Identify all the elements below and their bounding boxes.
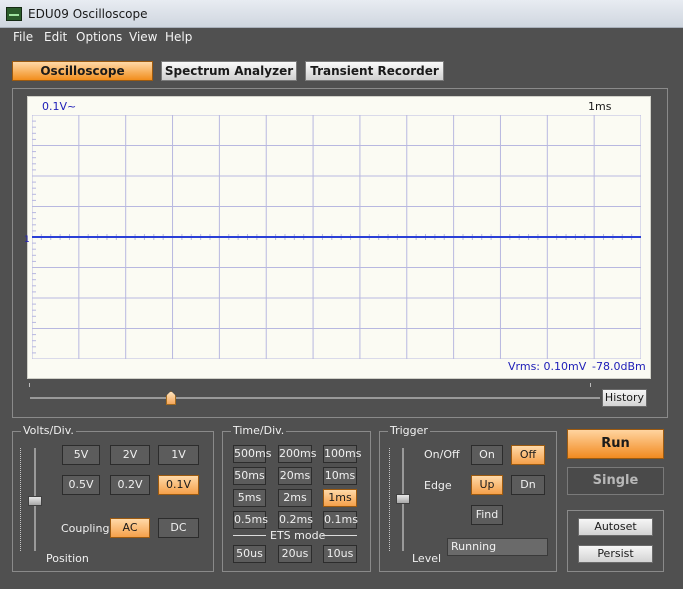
position-slider-thumb[interactable] xyxy=(28,496,42,506)
time-div-readout: 1ms xyxy=(588,100,612,113)
tab-oscilloscope[interactable]: Oscilloscope xyxy=(12,61,153,81)
coupling-ac-button[interactable]: AC xyxy=(110,518,150,538)
trigger-on-button[interactable]: On xyxy=(471,445,503,465)
scope-panel: 0.1V~ 1ms 1 Vrms: 0.10mV -78.0dBm xyxy=(12,88,668,418)
slider-tick-left xyxy=(29,383,30,387)
title-bar: EDU09 Oscilloscope xyxy=(0,0,683,28)
ets-20us-button[interactable]: 20us xyxy=(278,545,312,563)
position-scale xyxy=(20,448,21,551)
time-0.2ms-button[interactable]: 0.2ms xyxy=(278,511,313,529)
time-1ms-button[interactable]: 1ms xyxy=(323,489,357,507)
time-div-title: Time/Div. xyxy=(231,424,287,437)
volts-0.2v-button[interactable]: 0.2V xyxy=(110,475,150,495)
menu-bar: File Edit Options View Help xyxy=(0,28,683,48)
menu-file[interactable]: File xyxy=(13,30,33,44)
coupling-dc-button[interactable]: DC xyxy=(158,518,199,538)
trigger-level-label: Level xyxy=(412,552,442,565)
trigger-title: Trigger xyxy=(388,424,430,437)
ets-10us-button[interactable]: 10us xyxy=(323,545,357,563)
time-20ms-button[interactable]: 20ms xyxy=(278,467,312,485)
single-button[interactable]: Single xyxy=(567,467,664,495)
time-500ms-button[interactable]: 500ms xyxy=(233,445,271,463)
volts-0.1v-button[interactable]: 0.1V xyxy=(158,475,199,495)
oscilloscope-app-icon xyxy=(6,7,22,21)
time-10ms-button[interactable]: 10ms xyxy=(323,467,357,485)
time-50ms-button[interactable]: 50ms xyxy=(233,467,266,485)
scope-screen: 0.1V~ 1ms 1 Vrms: 0.10mV -78.0dBm xyxy=(24,96,651,379)
trigger-edge-dn-button[interactable]: Dn xyxy=(511,475,545,495)
volts-div-title: Volts/Div. xyxy=(21,424,76,437)
ets-mode-label: ETS mode xyxy=(270,529,326,542)
position-label: Position xyxy=(46,552,89,565)
time-200ms-button[interactable]: 200ms xyxy=(278,445,316,463)
channel-marker: 1 xyxy=(24,235,30,245)
trigger-edge-up-button[interactable]: Up xyxy=(471,475,503,495)
scope-grid xyxy=(32,115,641,359)
ets-50us-button[interactable]: 50us xyxy=(233,545,266,563)
ets-separator-right xyxy=(322,535,357,536)
menu-help[interactable]: Help xyxy=(165,30,192,44)
time-0.5ms-button[interactable]: 0.5ms xyxy=(233,511,268,529)
volts-1v-button[interactable]: 1V xyxy=(158,445,199,465)
time-5ms-button[interactable]: 5ms xyxy=(233,489,266,507)
run-button[interactable]: Run xyxy=(567,429,664,459)
trigger-onoff-label: On/Off xyxy=(424,448,460,461)
trigger-edge-label: Edge xyxy=(424,479,452,492)
coupling-label: Coupling xyxy=(61,522,110,535)
time-0.1ms-button[interactable]: 0.1ms xyxy=(323,511,358,529)
trigger-level-thumb[interactable] xyxy=(396,494,410,504)
volts-0.5v-button[interactable]: 0.5V xyxy=(62,475,100,495)
volts-div-readout: 0.1V~ xyxy=(42,100,77,113)
trigger-off-button[interactable]: Off xyxy=(511,445,545,465)
trigger-level-scale xyxy=(389,448,390,551)
trigger-find-button[interactable]: Find xyxy=(471,505,503,525)
autoset-button[interactable]: Autoset xyxy=(578,518,653,536)
ets-separator-left xyxy=(233,535,266,536)
window-title: EDU09 Oscilloscope xyxy=(28,7,148,21)
persist-button[interactable]: Persist xyxy=(578,545,653,563)
menu-view[interactable]: View xyxy=(129,30,157,44)
slider-tick-right xyxy=(590,383,591,387)
dbm-readout: -78.0dBm xyxy=(592,360,646,373)
tab-spectrum-analyzer[interactable]: Spectrum Analyzer xyxy=(161,61,297,81)
time-2ms-button[interactable]: 2ms xyxy=(278,489,312,507)
menu-options[interactable]: Options xyxy=(76,30,122,44)
time-100ms-button[interactable]: 100ms xyxy=(323,445,361,463)
history-button[interactable]: History xyxy=(602,389,647,407)
horizontal-position-track[interactable] xyxy=(30,397,600,399)
vrms-readout: Vrms: 0.10mV xyxy=(508,360,587,373)
tab-transient-recorder[interactable]: Transient Recorder xyxy=(305,61,444,81)
menu-edit[interactable]: Edit xyxy=(44,30,67,44)
trigger-status-field: Running xyxy=(447,538,548,556)
volts-5v-button[interactable]: 5V xyxy=(62,445,100,465)
volts-2v-button[interactable]: 2V xyxy=(110,445,150,465)
